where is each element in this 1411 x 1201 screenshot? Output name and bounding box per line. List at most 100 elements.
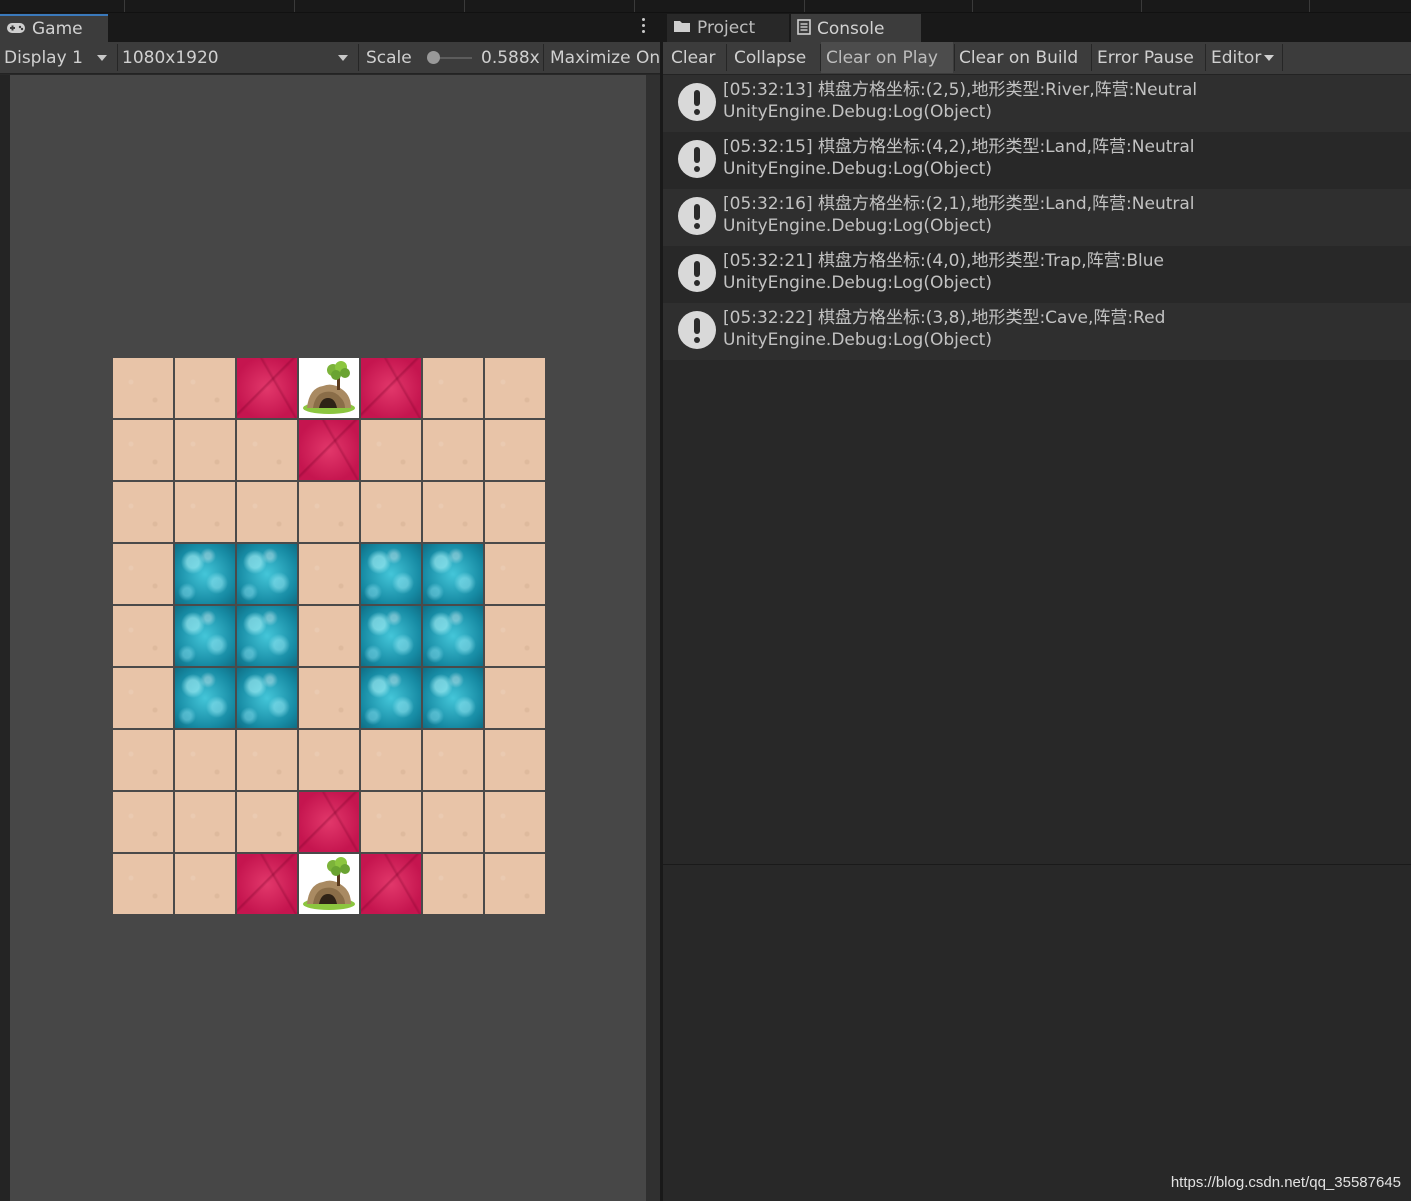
game-view[interactable] bbox=[10, 75, 646, 1201]
board-cell-land[interactable] bbox=[113, 792, 173, 852]
board-cell-land[interactable] bbox=[175, 482, 235, 542]
collapse-toggle[interactable]: Collapse bbox=[729, 42, 811, 73]
board-cell-land[interactable] bbox=[175, 854, 235, 914]
board-cell-land[interactable] bbox=[113, 730, 173, 790]
tab-console[interactable]: Console bbox=[791, 14, 921, 42]
board-cell-land[interactable] bbox=[299, 606, 359, 666]
tab-project[interactable]: Project bbox=[667, 14, 789, 42]
log-entry[interactable]: [05:32:16] 棋盘方格坐标:(2,1),地形类型:Land,阵营:Neu… bbox=[663, 189, 1411, 246]
board-cell-land[interactable] bbox=[361, 792, 421, 852]
log-entry[interactable]: [05:32:21] 棋盘方格坐标:(4,0),地形类型:Trap,阵营:Blu… bbox=[663, 246, 1411, 303]
log-entry[interactable]: [05:32:13] 棋盘方格坐标:(2,5),地形类型:River,阵营:Ne… bbox=[663, 75, 1411, 132]
tab-project-label: Project bbox=[697, 18, 756, 38]
board-cell-river[interactable] bbox=[237, 606, 297, 666]
board-cell-trap[interactable] bbox=[361, 854, 421, 914]
folder-icon bbox=[673, 18, 691, 38]
log-stacktrace: UnityEngine.Debug:Log(Object) bbox=[723, 216, 992, 236]
board-cell-land[interactable] bbox=[299, 544, 359, 604]
board-cell-river[interactable] bbox=[175, 606, 235, 666]
board-cell-land[interactable] bbox=[113, 420, 173, 480]
board-cell-land[interactable] bbox=[113, 544, 173, 604]
board-cell-land[interactable] bbox=[423, 482, 483, 542]
board-cell-river[interactable] bbox=[361, 606, 421, 666]
board-cell-river[interactable] bbox=[423, 544, 483, 604]
board-cell-river[interactable] bbox=[423, 668, 483, 728]
board-cell-land[interactable] bbox=[113, 358, 173, 418]
display-dropdown[interactable]: Display 1 bbox=[0, 42, 117, 73]
clear-on-play-toggle[interactable]: Clear on Play bbox=[821, 42, 953, 73]
log-entry[interactable]: [05:32:22] 棋盘方格坐标:(3,8),地形类型:Cave,阵营:Red… bbox=[663, 303, 1411, 360]
board-cell-land[interactable] bbox=[485, 544, 545, 604]
board-cell-river[interactable] bbox=[361, 544, 421, 604]
board-cell-land[interactable] bbox=[485, 606, 545, 666]
board-cell-land[interactable] bbox=[113, 606, 173, 666]
board-cell-land[interactable] bbox=[237, 482, 297, 542]
clear-button[interactable]: Clear bbox=[666, 42, 720, 73]
board-cell-land[interactable] bbox=[423, 854, 483, 914]
board-cell-land[interactable] bbox=[175, 730, 235, 790]
error-pause-toggle[interactable]: Error Pause bbox=[1092, 42, 1199, 73]
tab-game[interactable]: Game bbox=[0, 14, 108, 42]
console-detail-area: https://blog.csdn.net/qq_35587645 bbox=[663, 865, 1411, 1201]
board-cell-river[interactable] bbox=[175, 544, 235, 604]
board-cell-land[interactable] bbox=[175, 358, 235, 418]
board-cell-land[interactable] bbox=[361, 482, 421, 542]
board-cell-trap[interactable] bbox=[237, 854, 297, 914]
log-entry[interactable]: [05:32:15] 棋盘方格坐标:(4,2),地形类型:Land,阵营:Neu… bbox=[663, 132, 1411, 189]
resolution-dropdown-label: 1080x1920 bbox=[122, 47, 219, 68]
board-cell-river[interactable] bbox=[237, 544, 297, 604]
gamepad-icon bbox=[6, 19, 26, 39]
board-cell-trap[interactable] bbox=[299, 792, 359, 852]
board-cell-land[interactable] bbox=[485, 482, 545, 542]
watermark: https://blog.csdn.net/qq_35587645 bbox=[1170, 1174, 1401, 1191]
board-cell-land[interactable] bbox=[113, 482, 173, 542]
tab-console-label: Console bbox=[817, 19, 885, 39]
board-cell-trap[interactable] bbox=[299, 420, 359, 480]
log-message: [05:32:22] 棋盘方格坐标:(3,8),地形类型:Cave,阵营:Red bbox=[723, 308, 1166, 328]
board-cell-land[interactable] bbox=[485, 358, 545, 418]
clear-on-build-toggle[interactable]: Clear on Build bbox=[954, 42, 1083, 73]
game-board bbox=[113, 358, 545, 914]
board-cell-land[interactable] bbox=[113, 854, 173, 914]
editor-dropdown[interactable]: Editor bbox=[1206, 42, 1282, 73]
board-cell-trap[interactable] bbox=[237, 358, 297, 418]
log-message: [05:32:21] 棋盘方格坐标:(4,0),地形类型:Trap,阵营:Blu… bbox=[723, 251, 1165, 271]
board-cell-land[interactable] bbox=[423, 420, 483, 480]
board-cell-land[interactable] bbox=[485, 854, 545, 914]
console-toolbar: Clear Collapse Clear on Play Clear on Bu… bbox=[663, 42, 1411, 75]
board-cell-land[interactable] bbox=[237, 730, 297, 790]
board-cell-land[interactable] bbox=[485, 420, 545, 480]
board-cell-land[interactable] bbox=[113, 668, 173, 728]
board-cell-cave[interactable] bbox=[299, 358, 359, 418]
board-cell-land[interactable] bbox=[485, 792, 545, 852]
maximize-on-play-toggle[interactable]: Maximize On bbox=[546, 42, 660, 73]
console-log-list[interactable]: [05:32:13] 棋盘方格坐标:(2,5),地形类型:River,阵营:Ne… bbox=[663, 75, 1411, 863]
board-cell-land[interactable] bbox=[175, 420, 235, 480]
game-tab-bar: Game bbox=[0, 13, 660, 42]
board-cell-land[interactable] bbox=[423, 792, 483, 852]
kebab-menu-icon[interactable] bbox=[642, 18, 646, 36]
scale-slider-handle[interactable] bbox=[427, 51, 440, 64]
board-cell-land[interactable] bbox=[423, 358, 483, 418]
board-cell-land[interactable] bbox=[299, 730, 359, 790]
scale-label: Scale bbox=[366, 47, 412, 68]
board-cell-land[interactable] bbox=[485, 730, 545, 790]
board-cell-river[interactable] bbox=[423, 606, 483, 666]
board-cell-land[interactable] bbox=[485, 668, 545, 728]
board-cell-land[interactable] bbox=[175, 792, 235, 852]
board-cell-land[interactable] bbox=[237, 420, 297, 480]
board-cell-river[interactable] bbox=[237, 668, 297, 728]
board-cell-land[interactable] bbox=[361, 730, 421, 790]
board-cell-cave[interactable] bbox=[299, 854, 359, 914]
scale-value: 0.588x bbox=[481, 47, 539, 68]
board-cell-land[interactable] bbox=[361, 420, 421, 480]
tab-game-label: Game bbox=[32, 19, 83, 39]
board-cell-land[interactable] bbox=[299, 482, 359, 542]
board-cell-land[interactable] bbox=[237, 792, 297, 852]
resolution-dropdown[interactable]: 1080x1920 bbox=[118, 42, 358, 73]
board-cell-river[interactable] bbox=[361, 668, 421, 728]
board-cell-land[interactable] bbox=[423, 730, 483, 790]
board-cell-trap[interactable] bbox=[361, 358, 421, 418]
board-cell-land[interactable] bbox=[299, 668, 359, 728]
board-cell-river[interactable] bbox=[175, 668, 235, 728]
